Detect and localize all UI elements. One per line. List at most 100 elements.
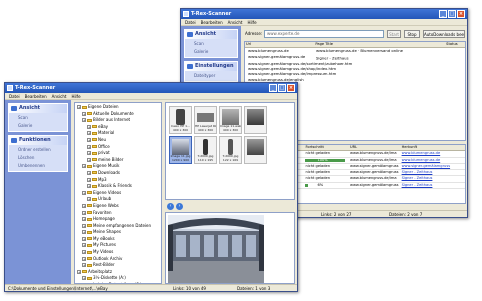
expand-icon[interactable]: + <box>77 105 81 109</box>
close-button[interactable]: × <box>287 84 295 92</box>
sidebar-section-header[interactable]: Funktionen <box>9 136 67 145</box>
origin-link[interactable]: Signer - Zeithaus <box>401 176 465 181</box>
tree-node[interactable]: + Bilder aus Internet <box>77 117 161 124</box>
minimize-button[interactable]: _ <box>439 10 447 18</box>
tree-node[interactable]: + Outlook Archiv <box>77 256 161 263</box>
expand-icon[interactable]: + <box>82 263 86 268</box>
address-input[interactable]: www.experte.de <box>264 30 384 38</box>
col-page-title[interactable]: Page Title <box>314 42 445 47</box>
thumbnail[interactable]: Casio HP 1... 400 x 300 <box>169 106 192 134</box>
tree-node[interactable]: + meine Bilder <box>77 157 161 164</box>
tree-node[interactable]: + Aktuelle Dokumente <box>77 111 161 118</box>
expand-icon[interactable]: + <box>87 151 91 156</box>
thumbnail-selected[interactable]: Image 11.jpg 1200 x 900 <box>169 136 192 164</box>
sidebar-item-ordner-erstellen[interactable]: Ordner erstellen <box>9 145 67 153</box>
tree-node[interactable]: + Eigene Videos <box>77 190 161 197</box>
url-row[interactable]: www.signer-gemälamgruss.de Signer - Zeith… <box>245 54 465 61</box>
expand-icon[interactable]: + <box>87 137 91 142</box>
expand-icon[interactable]: + <box>82 190 86 195</box>
expand-icon[interactable]: + <box>87 131 91 136</box>
maximize-button[interactable]: □ <box>448 10 456 18</box>
menu-bearbeiten[interactable]: Bearbeiten <box>201 19 223 25</box>
tree-node[interactable]: + Neu <box>77 137 161 144</box>
col-herkunft[interactable]: Herkunft <box>401 145 465 150</box>
sidebar-item-scan[interactable]: Scan <box>9 113 67 121</box>
expand-icon[interactable]: + <box>82 236 86 241</box>
tree-node[interactable]: + My Pictures <box>77 242 161 249</box>
tree-node[interactable]: + Material <box>77 130 161 137</box>
front-window-titlebar[interactable]: T-Rex-Scanner _ □ × <box>5 83 297 93</box>
expand-icon[interactable]: + <box>82 164 86 169</box>
expand-icon[interactable]: + <box>82 111 86 116</box>
tree-node[interactable]: + Eigene Webs <box>77 203 161 210</box>
expand-icon[interactable]: + <box>87 157 91 162</box>
col-fortschritt[interactable]: Fortschritt <box>304 145 349 150</box>
menu-datei[interactable]: Datei <box>185 19 196 25</box>
expand-icon[interactable]: + <box>87 144 91 149</box>
tree-node[interactable]: + Meine Shapes <box>77 229 161 236</box>
sidebar-item-loeschen[interactable]: Löschen <box>9 153 67 161</box>
tree-node[interactable]: + Eigene Dateien <box>77 104 161 111</box>
sidebar-item-galerie[interactable]: Galerie <box>185 47 237 57</box>
sidebar-section-header[interactable]: Einstellungen <box>185 62 237 71</box>
tree-node[interactable]: + privat <box>77 150 161 157</box>
tree-node[interactable]: + Meine empfangenen Dateien <box>77 223 161 230</box>
expand-icon[interactable]: + <box>87 177 91 182</box>
expand-icon[interactable]: + <box>82 203 86 208</box>
sidebar-item-dateityper[interactable]: Dateityper <box>185 71 237 81</box>
autodownload-button[interactable]: AutoDownloads beenden <box>423 30 465 38</box>
tree-node[interactable]: + Homepage <box>77 216 161 223</box>
tree-node[interactable]: +3½-Diskette (A:) <box>77 275 161 282</box>
thumbnail[interactable] <box>244 136 267 164</box>
maximize-button[interactable]: □ <box>278 84 286 92</box>
expand-icon[interactable]: + <box>87 124 91 129</box>
expand-icon[interactable]: + <box>82 217 86 222</box>
tree-node[interactable]: + Arbeitsplatz <box>77 269 161 276</box>
expand-icon[interactable]: + <box>82 243 86 248</box>
tree-node[interactable]: + Klassik & Friends <box>77 183 161 190</box>
sidebar-item-galerie[interactable]: Galerie <box>9 121 67 131</box>
menu-ansicht[interactable]: Ansicht <box>52 93 67 99</box>
close-button[interactable]: × <box>457 10 465 18</box>
tree-node[interactable]: + Rest-Bilder <box>77 262 161 269</box>
col-url[interactable]: Url <box>245 42 314 47</box>
menu-bearbeiten[interactable]: Bearbeiten <box>25 93 47 99</box>
stop-button[interactable]: Stop <box>404 30 420 38</box>
expand-icon[interactable]: + <box>82 250 86 255</box>
expand-icon[interactable]: + <box>77 269 81 274</box>
tree-node[interactable]: + My Videos <box>77 249 161 256</box>
menu-hilfe[interactable]: Hilfe <box>247 19 256 25</box>
start-button[interactable]: Start <box>387 30 401 38</box>
thumbnail[interactable] <box>244 106 267 134</box>
sidebar-section-header[interactable]: Ansicht <box>9 104 67 113</box>
thumbnail[interactable]: T-2000.jpg 110 x 195 <box>194 136 217 164</box>
sidebar-item-umbenennen[interactable]: Umbenennen <box>9 161 67 171</box>
tree-node[interactable]: + eBay <box>77 124 161 131</box>
col-url[interactable]: URL <box>349 145 401 150</box>
thumbnail[interactable]: T-2000.jpg 122 x 169 <box>219 136 242 164</box>
expand-icon[interactable]: + <box>82 223 86 228</box>
tree-node[interactable]: + Eigene Musik <box>77 163 161 170</box>
expand-icon[interactable]: + <box>82 210 86 215</box>
menu-datei[interactable]: Datei <box>9 93 20 99</box>
expand-icon[interactable]: + <box>82 118 86 123</box>
menu-hilfe[interactable]: Hilfe <box>71 93 80 99</box>
menu-ansicht[interactable]: Ansicht <box>228 19 243 25</box>
tree-node[interactable]: + Urlaub <box>77 196 161 203</box>
thumbnail[interactable]: HP Laserjet RL...400 x 300 <box>194 106 217 134</box>
tree-node[interactable]: + Office <box>77 144 161 151</box>
sidebar-section-header[interactable]: Ansicht <box>185 30 237 39</box>
expand-icon[interactable]: + <box>82 276 86 281</box>
minimize-button[interactable]: _ <box>269 84 277 92</box>
back-window-titlebar[interactable]: T-Rex-Scanner _ □ × <box>181 9 467 19</box>
tree-node[interactable]: + Downloads <box>77 170 161 177</box>
origin-link[interactable]: www.blumengruss.de <box>401 158 465 163</box>
tree-node[interactable]: + Favoriten <box>77 210 161 217</box>
expand-icon[interactable]: + <box>87 197 91 202</box>
back-arrow-icon[interactable]: ‹ <box>167 203 174 210</box>
origin-link[interactable]: Signer - Zeithaus <box>401 170 465 175</box>
expand-icon[interactable]: + <box>82 256 86 261</box>
origin-link[interactable]: www.signer-gemälamgruss <box>401 164 465 169</box>
expand-icon[interactable]: + <box>87 170 91 175</box>
tree-node[interactable]: + My eBooks <box>77 236 161 243</box>
